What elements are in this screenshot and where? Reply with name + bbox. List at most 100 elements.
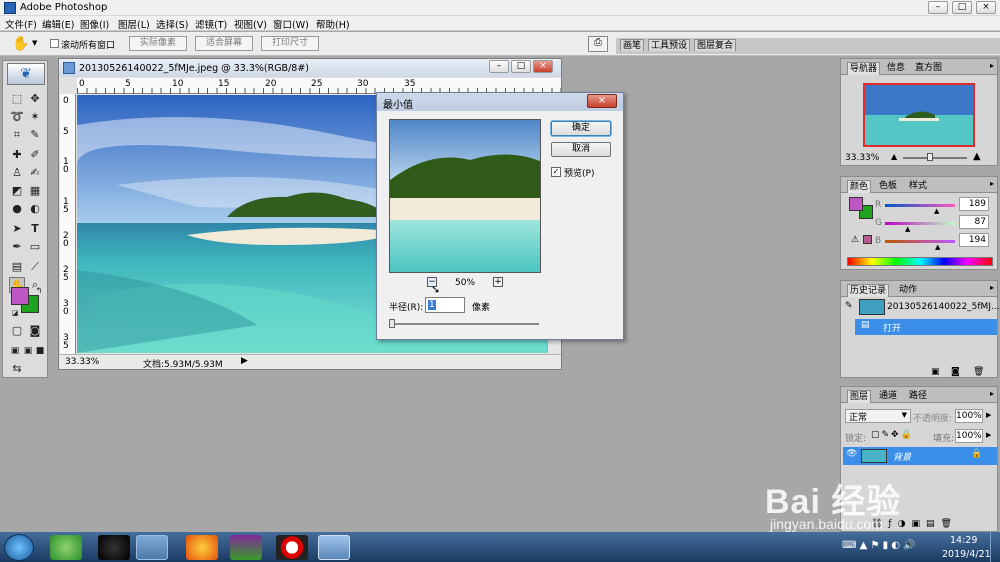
tab-layer-comps[interactable]: 图层复合 [694, 39, 737, 51]
menu-layer[interactable]: 图层(L) [118, 17, 150, 31]
gradient-tool-icon[interactable]: ▦ [27, 183, 43, 199]
navigator-zoom[interactable]: 33.33% [845, 153, 879, 163]
slice-tool-icon[interactable]: ✎ [27, 127, 43, 143]
marquee-tool-icon[interactable]: ⬚ [9, 91, 25, 107]
layer-name[interactable]: 背景 [893, 450, 911, 463]
panel-menu-icon[interactable]: ▸ [990, 179, 994, 188]
panel-menu-icon[interactable]: ▸ [990, 283, 994, 292]
document-title-bar[interactable]: 20130526140022_5fMJe.jpeg @ 33.3%(RGB/8#… [59, 59, 561, 77]
channel-g-value[interactable]: 87 [959, 215, 989, 229]
fit-screen-button[interactable]: 适合屏幕 [195, 36, 253, 51]
opacity-field[interactable]: 100% [955, 409, 983, 423]
opacity-arrow-icon[interactable]: ▶ [986, 411, 991, 419]
panel-menu-icon[interactable]: ▸ [990, 389, 994, 398]
tab-color[interactable]: 颜色 [847, 180, 872, 193]
type-tool-icon[interactable]: T [27, 221, 43, 237]
tool-preset-arrow-icon[interactable]: ▼ [32, 39, 37, 47]
menu-select[interactable]: 选择(S) [156, 17, 188, 31]
actual-pixels-button[interactable]: 实际像素 [129, 36, 187, 51]
filter-preview[interactable] [389, 119, 541, 273]
photoshop-taskbar-icon[interactable] [318, 535, 350, 560]
hand-tool-icon[interactable]: ✋ [12, 36, 29, 52]
scroll-all-checkbox[interactable] [50, 39, 59, 48]
menu-help[interactable]: 帮助(H) [316, 17, 350, 31]
start-button[interactable] [4, 534, 34, 561]
tab-paths[interactable]: 路径 [907, 390, 929, 403]
lasso-tool-icon[interactable]: ➰ [9, 109, 25, 125]
firefox-icon[interactable] [186, 535, 218, 560]
standard-mode-icon[interactable]: ▢ [9, 323, 25, 339]
fill-arrow-icon[interactable]: ▶ [986, 431, 991, 439]
history-brush-source-icon[interactable]: ✎ [845, 301, 855, 311]
radius-slider-track[interactable] [391, 323, 539, 325]
panel-menu-icon[interactable]: ▸ [990, 61, 994, 70]
nav-zoom-slider[interactable] [903, 157, 967, 159]
zoom-level[interactable]: 33.33% [65, 357, 99, 367]
quick-mask-icon[interactable]: ◙ [27, 323, 43, 339]
menu-file[interactable]: 文件(F) [5, 17, 37, 31]
shape-tool-icon[interactable]: ▭ [27, 239, 43, 255]
doc-minimize-button[interactable]: – [489, 60, 509, 73]
eraser-tool-icon[interactable]: ◩ [9, 183, 25, 199]
notes-tool-icon[interactable]: ▤ [9, 259, 25, 275]
channel-g-slider[interactable] [885, 222, 955, 225]
foreground-color-chip[interactable] [11, 287, 29, 305]
ok-button[interactable]: 确定 [551, 121, 611, 136]
nav-zoom-thumb[interactable] [927, 153, 933, 161]
status-menu-arrow-icon[interactable]: ▶ [241, 356, 248, 366]
channel-b-thumb-icon[interactable]: ▲ [935, 243, 940, 251]
menu-view[interactable]: 视图(V) [234, 17, 267, 31]
dodge-tool-icon[interactable]: ◐ [27, 201, 43, 217]
doc-maximize-button[interactable]: □ [511, 60, 531, 73]
default-colors-icon[interactable]: ◪ [7, 305, 23, 321]
zoom-in-button[interactable]: + [493, 277, 503, 287]
tab-layers[interactable]: 图层 [847, 390, 872, 403]
menu-edit[interactable]: 编辑(E) [42, 17, 74, 31]
clone-stamp-icon[interactable]: ♙ [9, 165, 25, 181]
history-brush-icon[interactable]: ✍ [27, 165, 43, 181]
new-document-from-state-icon[interactable]: ▣ [931, 367, 940, 377]
record-app-icon[interactable] [276, 535, 308, 560]
healing-brush-icon[interactable]: ✚ [9, 147, 25, 163]
tray-time[interactable]: 14:29 [950, 535, 977, 546]
channel-b-slider[interactable] [885, 240, 955, 243]
menu-image[interactable]: 图像(I) [80, 17, 109, 31]
crop-tool-icon[interactable]: ⌗ [9, 127, 25, 143]
pen-tool-icon[interactable]: ✒ [9, 239, 25, 255]
path-select-icon[interactable]: ➤ [9, 221, 25, 237]
brush-tool-icon[interactable]: ✐ [27, 147, 43, 163]
menu-filter[interactable]: 滤镜(T) [195, 17, 227, 31]
lock-icons[interactable]: ▢✎✥🔒 [871, 430, 914, 440]
move-tool-icon[interactable]: ✥ [27, 91, 43, 107]
tab-histogram[interactable]: 直方图 [913, 62, 944, 75]
dialog-close-button[interactable]: × [587, 94, 617, 108]
tray-icons[interactable]: ⌨ ▲ ⚑ ▮ ◐ 🔊 [842, 540, 916, 551]
tray-date[interactable]: 2019/4/21 [942, 549, 991, 560]
tab-navigator[interactable]: 导航器 [847, 62, 881, 75]
screen-mode-full-icon[interactable]: ■ [32, 343, 48, 359]
minimize-button[interactable]: – [928, 1, 948, 14]
channel-g-thumb-icon[interactable]: ▲ [905, 225, 910, 233]
fill-field[interactable]: 100% [955, 429, 983, 443]
nav-zoom-in-icon[interactable]: ▲ [973, 151, 981, 162]
eyedropper-icon[interactable]: ⟋ [27, 259, 43, 275]
qq-icon[interactable] [98, 535, 130, 560]
channel-r-slider[interactable] [885, 204, 955, 207]
tab-channels[interactable]: 通道 [877, 390, 899, 403]
magic-wand-icon[interactable]: ✶ [27, 109, 43, 125]
gamut-warning-icon[interactable]: ⚠ [851, 235, 859, 245]
media-app-icon[interactable] [230, 535, 262, 560]
tab-brushes[interactable]: 画笔 [620, 39, 645, 51]
channel-b-value[interactable]: 194 [959, 233, 989, 247]
tab-tool-presets[interactable]: 工具预设 [648, 39, 691, 51]
radius-slider-thumb[interactable] [389, 319, 395, 328]
panel-fg-color[interactable] [849, 197, 863, 211]
channel-r-thumb-icon[interactable]: ▲ [934, 207, 939, 215]
dialog-title-bar[interactable]: 最小值 × [377, 93, 623, 111]
history-step-open[interactable]: ▤ 打开 [855, 319, 997, 335]
maximize-button[interactable]: □ [952, 1, 972, 14]
delete-state-icon[interactable]: 🗑 [973, 367, 984, 377]
color-ramp[interactable] [847, 257, 993, 266]
menu-window[interactable]: 窗口(W) [273, 17, 309, 31]
navigator-thumbnail[interactable] [863, 83, 975, 147]
